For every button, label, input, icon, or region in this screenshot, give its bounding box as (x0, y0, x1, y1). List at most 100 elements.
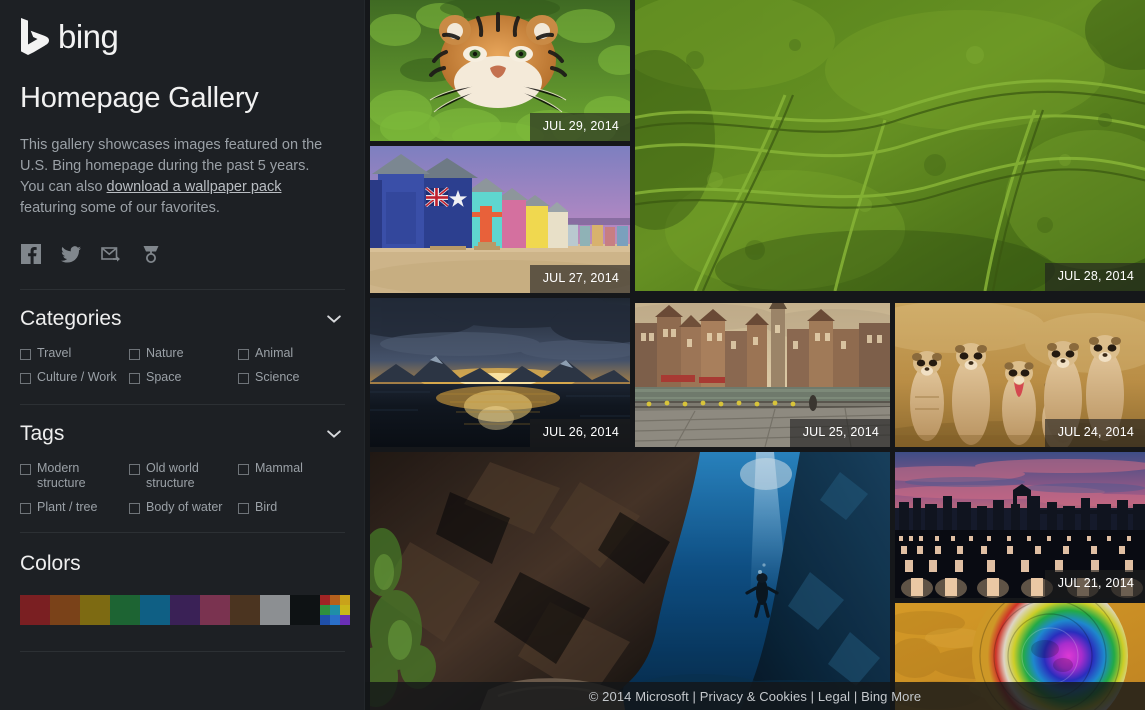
category-option-science[interactable]: Science (238, 370, 347, 385)
checkbox[interactable] (129, 373, 140, 384)
footer-sep-1: | (688, 688, 700, 704)
option-label: Body of water (146, 500, 223, 514)
checkbox[interactable] (20, 464, 31, 475)
checkbox[interactable] (20, 503, 31, 514)
intro-line-2: U.S. Bing homepage during the past 5 yea… (20, 158, 310, 174)
color-swatch-multicolor[interactable] (320, 595, 350, 625)
sidebar: bing Homepage Gallery This gallery showc… (0, 0, 365, 710)
image-gallery: JUL 29, 2014 JUL 28, 2014 JUL 27, 2014 J… (365, 0, 1145, 710)
sidebar-divider-2 (20, 404, 345, 405)
footer-bing-more-link[interactable]: Bing More (861, 689, 921, 704)
checkbox[interactable] (129, 349, 140, 360)
tile-date: JUL 28, 2014 (1044, 263, 1145, 291)
tags-options: Modern structure Old world structure Mam… (20, 461, 360, 524)
chevron-down-icon[interactable] (327, 314, 341, 324)
color-swatch-black[interactable] (290, 595, 320, 625)
category-option-nature[interactable]: Nature (129, 346, 238, 361)
category-option-culture-work[interactable]: Culture / Work (20, 370, 129, 385)
checkbox[interactable] (238, 503, 249, 514)
gallery-tile[interactable]: JUL 28, 2014 (635, 0, 1145, 291)
footer-sep-2: | (806, 688, 818, 704)
category-option-travel[interactable]: Travel (20, 346, 129, 361)
tile-date: JUL 26, 2014 (529, 419, 630, 447)
tag-option-mammal[interactable]: Mammal (238, 461, 347, 491)
categories-section-header[interactable]: Categories (20, 306, 345, 332)
color-swatch-yellow[interactable] (80, 595, 110, 625)
option-label: Old world structure (146, 461, 199, 490)
gallery-tile[interactable]: JUL 27, 2014 (370, 146, 630, 293)
tags-section: Tags Modern structure Old world structur… (20, 421, 345, 524)
color-swatch-red[interactable] (20, 595, 50, 625)
blog-icon[interactable] (140, 243, 162, 265)
tags-section-header[interactable]: Tags (20, 421, 345, 447)
tag-option-old-world-structure[interactable]: Old world structure (129, 461, 238, 491)
color-swatch-purple[interactable] (170, 595, 200, 625)
gallery-tile[interactable]: JUL 24, 2014 (895, 303, 1145, 447)
option-label: Space (146, 370, 182, 384)
tag-option-bird[interactable]: Bird (238, 500, 347, 515)
footer-legal-link[interactable]: Legal (818, 689, 850, 704)
chevron-down-icon[interactable] (327, 429, 341, 439)
intro-line-3-prefix: You can also (20, 179, 107, 195)
color-swatch-green[interactable] (110, 595, 140, 625)
tile-date: JUL 21, 2014 (1044, 570, 1145, 598)
checkbox[interactable] (129, 503, 140, 514)
email-forward-icon[interactable] (100, 243, 122, 265)
checkbox[interactable] (20, 373, 31, 384)
tile-date: JUL 29, 2014 (529, 113, 630, 141)
color-swatch-orange[interactable] (50, 595, 80, 625)
gallery-tile[interactable]: JUL 21, 2014 (895, 452, 1145, 598)
option-label: Culture / Work (37, 370, 117, 384)
bing-logo-icon (20, 17, 50, 55)
bing-logo[interactable]: bing (20, 16, 365, 56)
color-swatch-gray[interactable] (260, 595, 290, 625)
intro-text: This gallery showcases images featured o… (20, 135, 340, 219)
option-label: Modern structure (37, 461, 86, 490)
tile-date: JUL 25, 2014 (789, 419, 890, 447)
sidebar-divider-1 (20, 289, 345, 290)
tag-option-modern-structure[interactable]: Modern structure (20, 461, 129, 491)
intro-line-1: This gallery showcases images featured o… (20, 137, 323, 153)
checkbox[interactable] (238, 464, 249, 475)
category-option-space[interactable]: Space (129, 370, 238, 385)
colors-section: Colors (20, 551, 350, 625)
categories-title: Categories (20, 307, 122, 330)
checkbox[interactable] (238, 373, 249, 384)
tile-date: JUL 27, 2014 (529, 265, 630, 293)
tile-date: JUL 24, 2014 (1044, 419, 1145, 447)
category-option-animal[interactable]: Animal (238, 346, 347, 361)
bing-homepage-gallery-page: bing Homepage Gallery This gallery showc… (0, 0, 1145, 710)
tag-option-plant-tree[interactable]: Plant / tree (20, 500, 129, 515)
sidebar-divider-3 (20, 532, 345, 533)
page-title: Homepage Gallery (20, 82, 259, 114)
twitter-icon[interactable] (60, 243, 82, 265)
bing-wordmark: bing (58, 17, 119, 55)
option-label: Mammal (255, 461, 303, 475)
option-label: Bird (255, 500, 278, 514)
colors-section-header: Colors (20, 551, 345, 577)
colors-title: Colors (20, 552, 81, 575)
checkbox[interactable] (129, 464, 140, 475)
option-label: Plant / tree (37, 500, 98, 514)
color-swatch-brown[interactable] (230, 595, 260, 625)
gallery-tile[interactable]: JUL 25, 2014 (635, 303, 890, 447)
tags-title: Tags (20, 422, 65, 445)
categories-options: Travel Nature Animal Culture / Work Spac… (20, 346, 360, 394)
gallery-tile[interactable]: JUL 26, 2014 (370, 298, 630, 447)
option-label: Nature (146, 346, 184, 360)
footer-privacy-link[interactable]: Privacy & Cookies (700, 689, 807, 704)
option-label: Travel (37, 346, 72, 360)
tag-option-body-of-water[interactable]: Body of water (129, 500, 238, 515)
wallpaper-pack-link[interactable]: download a wallpaper pack (107, 179, 282, 195)
color-swatch-pink[interactable] (200, 595, 230, 625)
gallery-tile[interactable]: JUL 29, 2014 (370, 0, 630, 141)
intro-line-4: featuring some of our favorites. (20, 200, 220, 216)
color-swatches (20, 595, 350, 625)
gallery-tile[interactable] (370, 452, 890, 710)
facebook-icon[interactable] (20, 243, 42, 265)
checkbox[interactable] (238, 349, 249, 360)
color-swatch-blue[interactable] (140, 595, 170, 625)
checkbox[interactable] (20, 349, 31, 360)
social-links (20, 241, 365, 267)
sidebar-divider-4 (20, 651, 345, 652)
